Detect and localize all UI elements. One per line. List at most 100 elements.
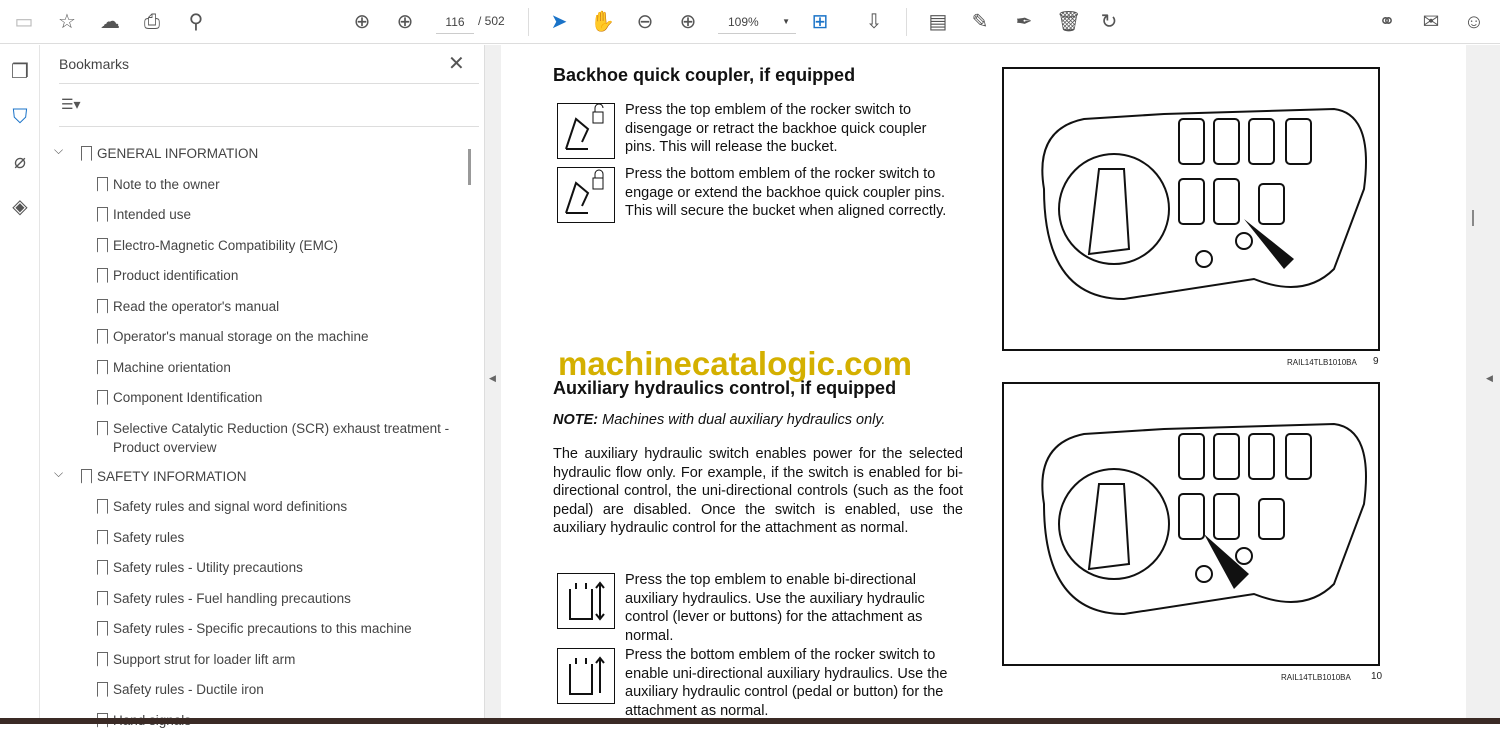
paragraph: Press the bottom emblem of the rocker sw… (625, 166, 947, 220)
fit-page-icon[interactable]: ⊞ (808, 10, 832, 34)
email-icon[interactable]: ✉ (1419, 10, 1443, 34)
bookmark-label: GENERAL INFORMATION (97, 146, 259, 161)
select-cursor-icon[interactable]: ➤ (547, 10, 571, 34)
bookmark-label: Safety rules - Fuel handling precautions (113, 590, 351, 606)
paragraph: Press the bottom emblem of the rocker sw… (625, 647, 948, 718)
scroll-mode-icon[interactable]: ⇩ (862, 10, 886, 34)
note-text: Machines with dual auxiliary hydraulics … (598, 412, 886, 428)
bookmark-label: Read the operator's manual (113, 298, 280, 314)
bookmarks-panel: Bookmarks ✕ ☰▾ ⌵ GENERAL INFORMATION Note … (40, 45, 485, 728)
coupler-unlock-icon (557, 103, 615, 159)
chevron-down-icon[interactable]: ⌵ (54, 466, 63, 481)
panel-title: Bookmarks (59, 56, 130, 72)
bookmark-label: Machine orientation (113, 359, 231, 375)
sign-icon[interactable]: ✒ (1012, 10, 1036, 34)
bookmark-label: Component Identification (113, 390, 263, 405)
bookmark-label: Safety rules - Specific precautions to t… (113, 621, 412, 636)
scrollbar[interactable] (468, 149, 471, 185)
bookmark-label: Safety rules (113, 529, 185, 545)
bookmark-label: Intended use (113, 207, 192, 222)
print-icon[interactable]: ⎙ (140, 10, 164, 34)
toolbar: ▭ ☆ ☁ ⎙ ⚲ ⊕ ⊕ 116 / 502 ➤ ✋ ⊖ ⊕ 109% ▼ ⊞ … (0, 0, 1500, 44)
side-rail: ❐ ⛉ ⌀ ◈ (0, 45, 40, 718)
hand-tool-icon[interactable]: ✋ (590, 10, 615, 34)
bookmark-icon (97, 359, 108, 375)
divider (906, 8, 907, 36)
bookmark-icon (97, 207, 108, 222)
bookmark-icon (97, 420, 108, 436)
add-user-icon[interactable]: ☺ (1462, 10, 1486, 34)
panel-splitter[interactable]: ◀ (485, 45, 501, 718)
bookmark-icon (97, 621, 108, 636)
comment-icon[interactable]: ▤ (926, 10, 950, 34)
zoom-select[interactable]: 109% ▼ (718, 12, 796, 34)
bookmark-icon (97, 268, 108, 283)
bookmark-icon (97, 237, 108, 253)
coupler-lock-icon (557, 167, 615, 223)
layers-icon[interactable]: ◈ (8, 195, 32, 219)
zoom-out-icon[interactable]: ⊖ (633, 10, 657, 34)
zoom-in-icon[interactable]: ⊕ (676, 10, 700, 34)
bookmark-icon[interactable]: ⛉ (8, 105, 32, 129)
bookmark-label: Safety rules - Ductile iron (113, 682, 264, 697)
bookmark-icon (97, 682, 108, 697)
pages-icon[interactable]: ❐ (8, 60, 32, 84)
page-number-input[interactable]: 116 (436, 12, 474, 34)
paragraph: Press the top emblem to enable bi-direct… (625, 572, 925, 644)
star-icon[interactable]: ☆ (55, 10, 79, 34)
search-icon[interactable]: ⚲ (184, 10, 208, 34)
scrollbar-thumb[interactable] (1472, 210, 1474, 226)
share-link-icon[interactable]: ⚭ (1375, 10, 1399, 34)
bookmark-label: Safety rules and signal word definitions (113, 499, 348, 514)
figure-code: RAIL14TLB1010BA (1281, 673, 1351, 682)
bookmark-icon (97, 329, 108, 344)
zoom-value: 109% (728, 15, 759, 29)
bookmark-label: SAFETY INFORMATION (97, 468, 247, 484)
bookmark-icon (97, 298, 108, 314)
attachment-icon[interactable]: ⌀ (8, 150, 32, 174)
figure-code: RAIL14TLB1010BA (1287, 358, 1357, 367)
expand-right-icon[interactable]: ◀ (1486, 373, 1493, 384)
section-heading: Auxiliary hydraulics control, if equippe… (553, 378, 897, 398)
bookmark-icon (97, 529, 108, 545)
bookmark-label: Operator's manual storage on the machine (113, 329, 369, 344)
figure-number: 9 (1373, 356, 1379, 367)
document-page: Backhoe quick coupler, if equipped Press… (501, 45, 1483, 718)
chevron-down-icon: ▼ (782, 17, 790, 26)
trash-icon[interactable]: 🗑 (1056, 10, 1081, 34)
bidirectional-icon (557, 573, 615, 629)
bookmark-icon (81, 468, 92, 484)
paragraph: The auxiliary hydraulic switch enables p… (553, 446, 963, 537)
note: NOTE: Machines with dual auxiliary hydra… (553, 411, 886, 430)
cloud-upload-icon[interactable]: ☁ (98, 10, 122, 34)
chevron-down-icon[interactable]: ⌵ (54, 143, 63, 158)
bookmark-label: Note to the owner (113, 176, 220, 192)
paragraph: Press the top emblem of the rocker switc… (625, 102, 927, 156)
bookmark-label: Support strut for loader lift arm (113, 651, 296, 667)
bookmark-label: Product identification (113, 268, 239, 283)
previous-page-icon[interactable]: ⊕ (350, 10, 374, 34)
bookmark-label: Electro-Magnetic Compatibility (EMC) (113, 237, 339, 253)
next-page-icon[interactable]: ⊕ (393, 10, 417, 34)
bookmark-label: Safety rules - Utility precautions (113, 560, 303, 575)
bookmark-icon (97, 390, 108, 405)
taskbar-strip (0, 718, 1500, 724)
save-icon[interactable]: ▭ (12, 10, 36, 34)
panel-toolbar: ☰▾ (59, 83, 479, 127)
bookmark-label: Selective Catalytic Reduction (SCR) exha… (113, 420, 450, 455)
divider (528, 8, 529, 36)
options-menu-icon[interactable]: ☰▾ (61, 96, 81, 113)
bookmark-icon (97, 176, 108, 192)
bookmark-icon (97, 590, 108, 606)
close-icon[interactable]: ✕ (448, 51, 465, 76)
section-heading: Backhoe quick coupler, if equipped (553, 65, 856, 85)
bookmark-icon (97, 499, 108, 514)
bookmark-icon (97, 560, 108, 575)
collapse-left-icon[interactable]: ◀ (489, 373, 496, 384)
right-scroll-area[interactable]: ◀ (1466, 45, 1500, 718)
bookmark-icon (81, 146, 92, 161)
note-label: NOTE: (553, 412, 599, 428)
figure-number: 10 (1371, 671, 1383, 682)
rotate-icon[interactable]: ↻ (1097, 10, 1121, 34)
highlight-icon[interactable]: ✎ (968, 10, 992, 34)
